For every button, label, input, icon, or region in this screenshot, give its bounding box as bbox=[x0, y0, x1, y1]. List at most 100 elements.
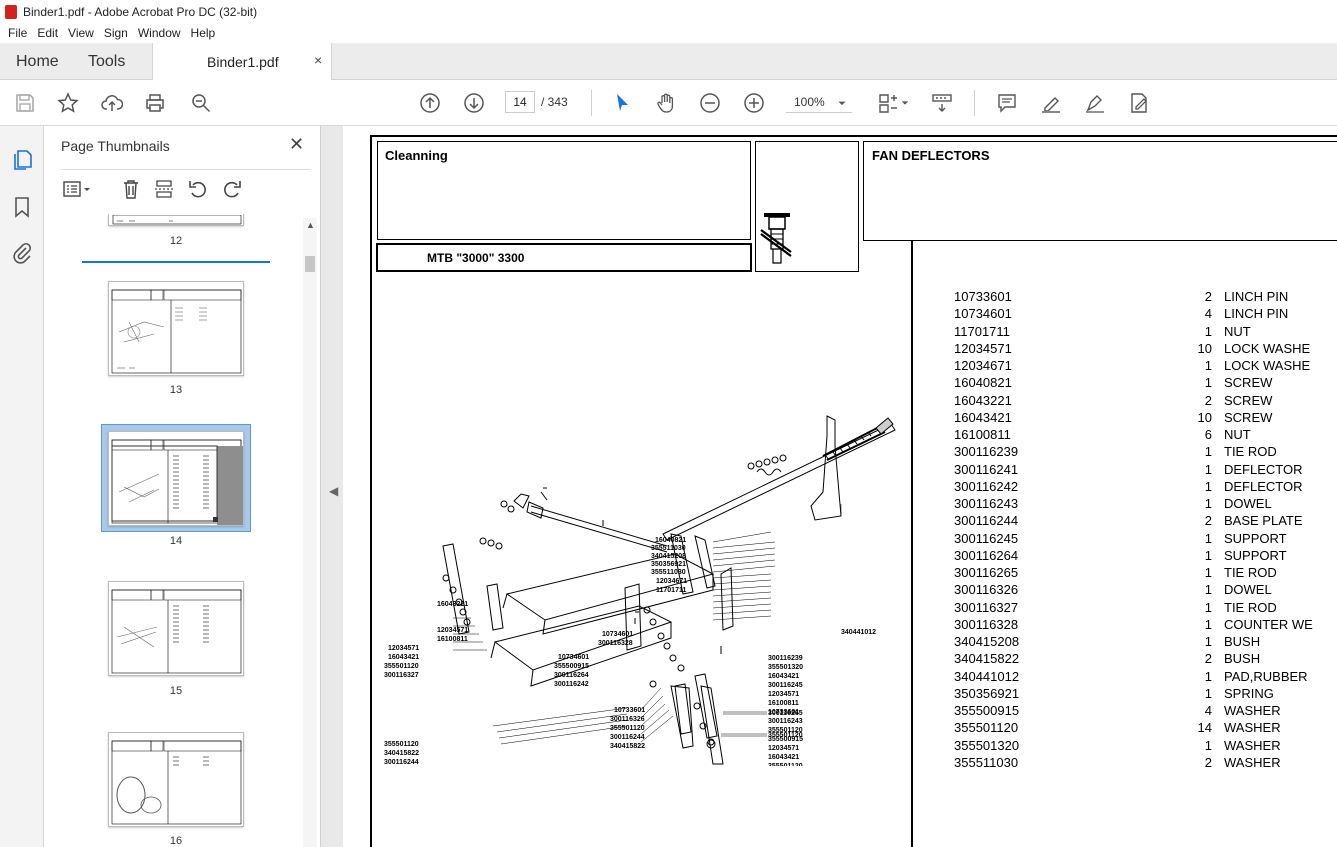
draw-sign-icon[interactable] bbox=[1083, 91, 1107, 115]
zoom-in-icon[interactable] bbox=[742, 91, 766, 115]
close-panel-icon[interactable]: ✕ bbox=[289, 134, 304, 155]
print-icon[interactable] bbox=[143, 91, 167, 115]
star-icon[interactable] bbox=[56, 91, 80, 115]
part-num: 340415208 bbox=[954, 634, 1020, 649]
part-desc: SPRING bbox=[1224, 685, 1274, 701]
part-num: 12034671 bbox=[954, 358, 1012, 373]
part-num: 16043221 bbox=[954, 392, 1012, 408]
upload-cloud-icon[interactable] bbox=[100, 91, 124, 115]
part-desc: WASHER bbox=[1224, 737, 1281, 753]
part-desc: TIE ROD bbox=[1224, 444, 1277, 460]
thumbnail-options-icon[interactable] bbox=[61, 178, 90, 200]
menu-window[interactable]: Window bbox=[138, 26, 181, 40]
callout-label: 340441012 bbox=[841, 629, 876, 636]
part-desc: SCREW bbox=[1224, 392, 1273, 408]
part-desc: TIE ROD bbox=[1224, 565, 1277, 580]
callout-label: 16043421 bbox=[388, 654, 419, 661]
part-num: 11701711 bbox=[954, 323, 1010, 339]
part-desc: SCREW bbox=[1224, 375, 1273, 391]
callout-label: 355501120 bbox=[768, 732, 803, 739]
zoom-out-icon[interactable] bbox=[698, 91, 722, 115]
part-category-icon bbox=[760, 213, 792, 264]
page-thumbnails-icon[interactable] bbox=[10, 148, 34, 172]
column-divider bbox=[911, 240, 913, 847]
tab-tools[interactable]: Tools bbox=[88, 43, 125, 80]
layout-dropdown-chevron-icon[interactable] bbox=[900, 91, 910, 115]
part-qty: 1 bbox=[1204, 685, 1212, 701]
part-num: 12034571 bbox=[954, 340, 1012, 356]
menu-sign[interactable]: Sign bbox=[104, 26, 128, 40]
page-number-input[interactable]: 14 bbox=[505, 91, 535, 113]
tab-home[interactable]: Home bbox=[16, 43, 59, 80]
previous-page-icon[interactable] bbox=[418, 91, 442, 115]
select-cursor-icon[interactable] bbox=[610, 91, 634, 115]
callout-label: 16100811 bbox=[437, 636, 468, 643]
menu-edit[interactable]: Edit bbox=[37, 26, 58, 40]
menu-bar: File Edit View Sign Window Help bbox=[0, 23, 1337, 43]
thumbnail-page-15[interactable] bbox=[108, 581, 244, 676]
scroll-up-arrow-icon[interactable]: ▲ bbox=[306, 220, 315, 230]
comment-icon[interactable] bbox=[995, 91, 1019, 115]
next-page-icon[interactable] bbox=[462, 91, 486, 115]
callout-label: 300116239 bbox=[768, 655, 803, 662]
fill-sign-icon[interactable] bbox=[1127, 91, 1151, 115]
close-tab-icon[interactable]: × bbox=[314, 52, 322, 68]
thumbnail-page-16[interactable] bbox=[108, 732, 244, 827]
attachment-paperclip-icon[interactable] bbox=[10, 241, 34, 265]
delete-page-trash-icon[interactable] bbox=[120, 178, 142, 200]
part-desc: BUSH bbox=[1224, 634, 1261, 649]
scrollbar-thumb[interactable] bbox=[305, 256, 315, 272]
part-num: 16043421 bbox=[954, 409, 1012, 425]
zoom-search-icon[interactable] bbox=[189, 91, 213, 115]
bookmark-icon[interactable] bbox=[10, 195, 34, 219]
part-qty: 2 bbox=[1204, 754, 1212, 770]
highlight-pen-icon[interactable] bbox=[1039, 91, 1063, 115]
window-title: Binder1.pdf - Adobe Acrobat Pro DC (32-b… bbox=[23, 4, 258, 19]
page-layout-icon[interactable] bbox=[876, 91, 900, 115]
exploded-view-lower: 10733601 300116326 355501120 300116244 3… bbox=[610, 673, 803, 750]
part-desc: SCREW bbox=[1224, 409, 1273, 425]
callout-label: 340415822 bbox=[610, 743, 645, 750]
part-num: 355501320 bbox=[954, 737, 1020, 753]
part-num: 300116242 bbox=[954, 478, 1019, 494]
rotate-counterclockwise-icon[interactable] bbox=[187, 178, 209, 200]
toolbar-divider bbox=[591, 90, 592, 116]
thumbnail-label: 14 bbox=[169, 535, 183, 547]
part-qty: 1 bbox=[1204, 565, 1212, 580]
part-desc: BUSH bbox=[1224, 651, 1261, 667]
part-qty: 1 bbox=[1204, 737, 1212, 753]
thumbnail-label: 15 bbox=[169, 685, 183, 697]
drop-indicator bbox=[82, 261, 270, 263]
pdf-page: Cleanning MTB "3000" 3300 FAN DEFLECTORS bbox=[343, 126, 1337, 847]
page-total-label: / 343 bbox=[541, 95, 568, 109]
thumbnail-scrollbar[interactable]: ▲ bbox=[303, 218, 317, 847]
callout-label: 10734601 bbox=[602, 631, 633, 638]
menu-view[interactable]: View bbox=[68, 26, 94, 40]
callout-label: 340415208 bbox=[651, 553, 686, 560]
part-qty: 1 bbox=[1204, 616, 1212, 632]
part-num: 16040821 bbox=[954, 375, 1012, 391]
menu-help[interactable]: Help bbox=[191, 26, 216, 40]
part-qty: 4 bbox=[1204, 306, 1212, 322]
thumbnail-page-13[interactable] bbox=[108, 281, 244, 376]
callout-label: 12034571 bbox=[437, 627, 468, 634]
thumbnail-page-12[interactable] bbox=[108, 214, 244, 226]
collapse-panel-arrow-icon[interactable]: ◀ bbox=[329, 484, 338, 498]
part-qty: 6 bbox=[1204, 427, 1212, 442]
scroll-mode-icon[interactable] bbox=[930, 91, 954, 115]
zoom-level-select[interactable]: 100% bbox=[786, 91, 852, 113]
part-desc: WASHER bbox=[1224, 754, 1281, 770]
thumbnail-label: 12 bbox=[169, 235, 183, 247]
thumbnail-page-14[interactable] bbox=[108, 431, 244, 526]
hand-tool-icon[interactable] bbox=[654, 91, 678, 115]
extract-page-icon[interactable] bbox=[153, 178, 175, 200]
menu-file[interactable]: File bbox=[8, 26, 27, 40]
part-qty: 14 bbox=[1197, 720, 1212, 736]
rotate-clockwise-icon[interactable] bbox=[221, 178, 243, 200]
callout-label: 10733601 bbox=[614, 707, 645, 714]
part-qty: 2 bbox=[1204, 651, 1212, 667]
part-num: 340415822 bbox=[954, 651, 1020, 667]
part-num: 300116265 bbox=[954, 565, 1019, 580]
tab-document[interactable]: Binder1.pdf × bbox=[152, 43, 332, 81]
save-icon[interactable] bbox=[13, 91, 37, 115]
